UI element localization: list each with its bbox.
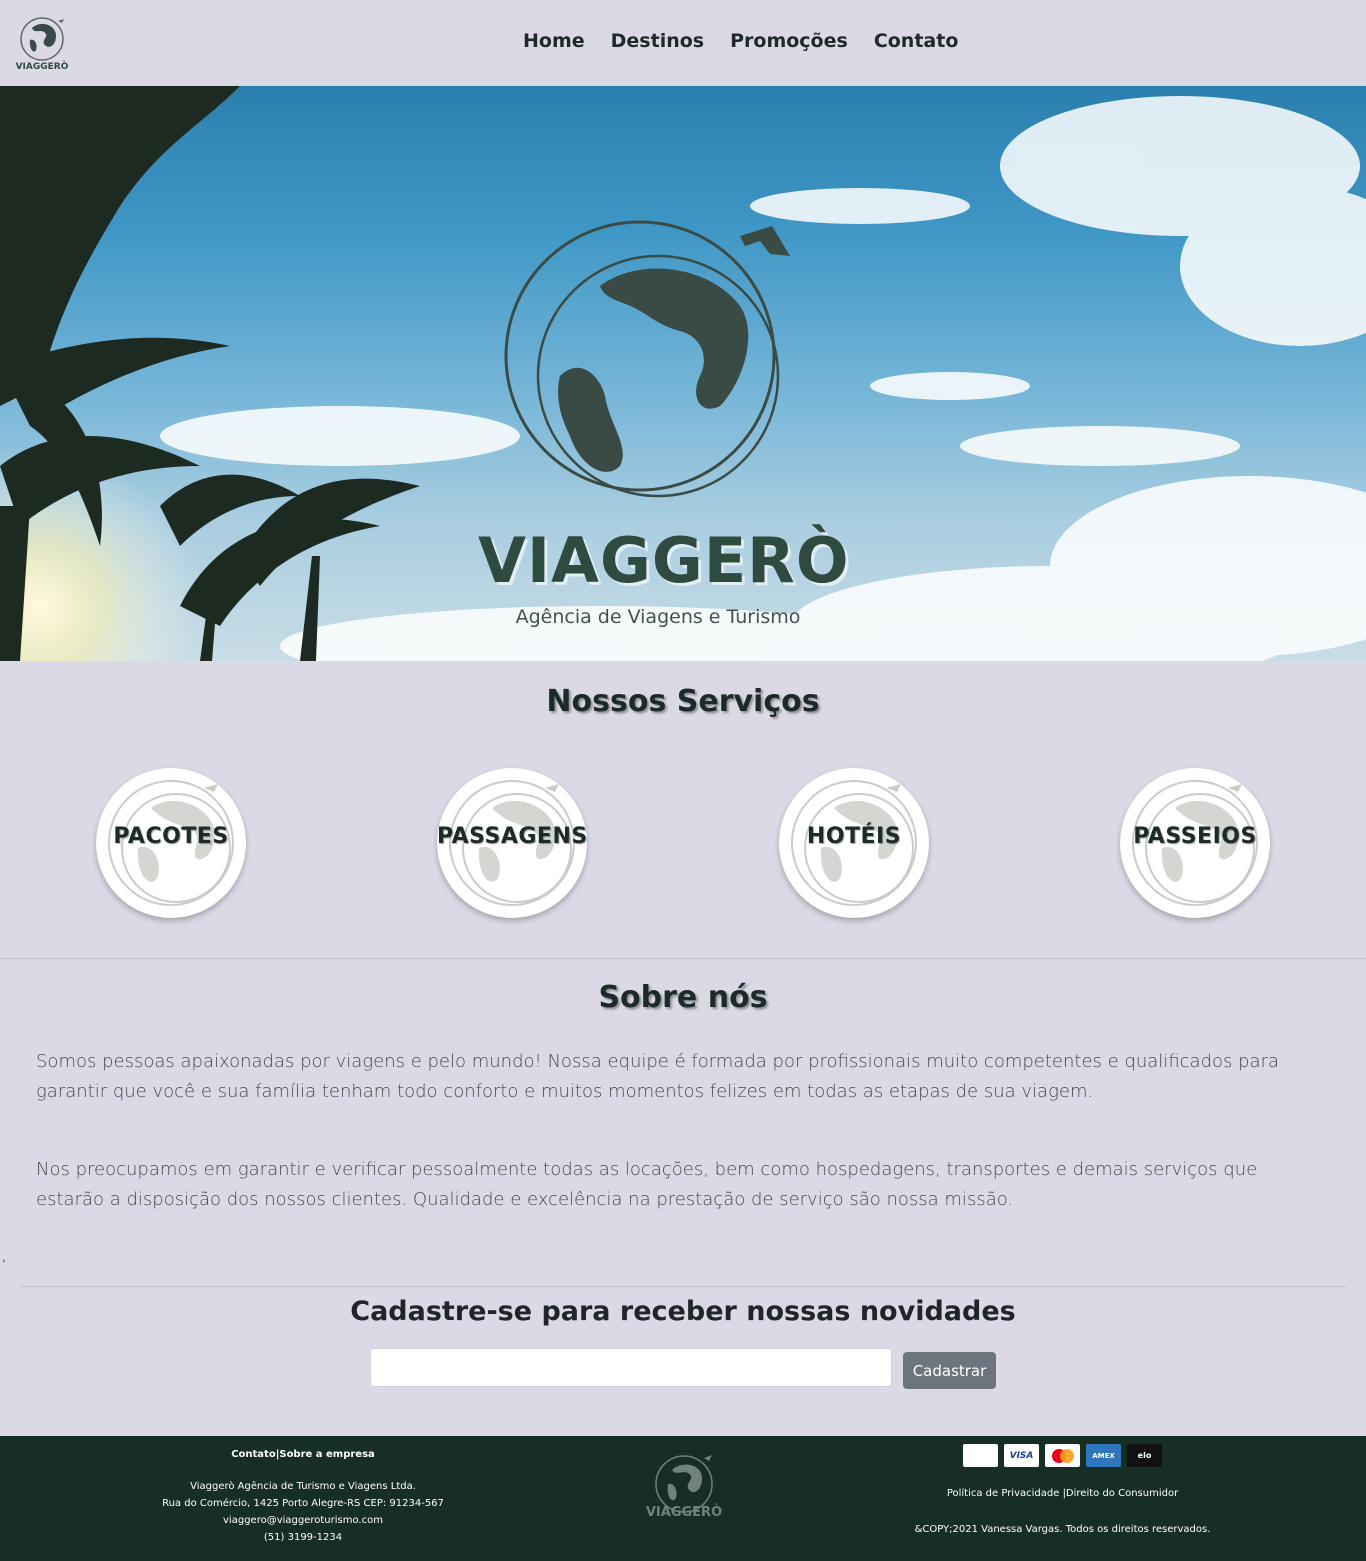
globe-logo-icon: VIAGGERÒ: [646, 1455, 722, 1520]
service-passagens[interactable]: PASSAGENS: [437, 768, 587, 918]
nav-link-contato[interactable]: Contato: [861, 30, 972, 52]
nav-link-home[interactable]: Home: [510, 30, 598, 52]
mastercard-icon: [1045, 1444, 1080, 1467]
services-title: Nossos Serviços: [546, 684, 820, 719]
boleto-icon: BOLETO: [963, 1444, 998, 1467]
elo-icon: elo: [1127, 1444, 1162, 1467]
footer-contact-info: Contato|Sobre a empresa Viaggerò Agência…: [150, 1446, 456, 1546]
footer-policies[interactable]: Política de Privacidade |Direito do Cons…: [890, 1487, 1235, 1501]
brand-logo-text: VIAGGERÒ: [16, 60, 69, 72]
service-hoteis[interactable]: HOTÉIS: [779, 768, 929, 918]
hero-subtitle: Agência de Viagens e Turismo: [515, 606, 801, 628]
service-label: PASSAGENS: [437, 824, 587, 849]
stray-text: ,: [2, 1250, 6, 1264]
globe-logo-icon: VIAGGERÒ: [16, 17, 69, 72]
about-title: Sobre nós: [598, 980, 768, 1015]
footer-phone: (51) 3199-1234: [263, 1532, 343, 1543]
amex-icon: AMEX: [1086, 1444, 1121, 1467]
footer-copyright: &COPY;2021 Vanessa Vargas. Todos os dire…: [914, 1524, 1211, 1535]
nav-link-promocoes[interactable]: Promoções: [717, 30, 861, 52]
main-nav: Home Destinos Promoções Contato: [510, 30, 971, 52]
newsletter-submit-button[interactable]: Cadastrar: [903, 1352, 996, 1389]
about-paragraph-2: Nos preocupamos em garantir e verificar …: [36, 1159, 1258, 1210]
navbar: VIAGGERÒ Home Destinos Promoções Contato: [0, 0, 1366, 86]
service-label: HOTÉIS: [806, 824, 902, 849]
payment-methods: BOLETO VISA AMEX elo: [890, 1444, 1235, 1467]
about-paragraph-1: Somos pessoas apaixonadas por viagens e …: [36, 1051, 1280, 1102]
service-label: PASSEIOS: [1133, 824, 1257, 849]
footer-email[interactable]: viaggero@viaggeroturismo.com: [150, 1512, 456, 1529]
footer-legal: BOLETO VISA AMEX elo Política de Privaci…: [890, 1444, 1235, 1535]
footer-company-name: Viaggerò Agência de Turismo e Viagens Lt…: [190, 1481, 416, 1492]
footer-address: Rua do Comércio, 1425 Porto Alegre-RS CE…: [162, 1498, 444, 1509]
section-divider: [0, 958, 1366, 959]
hero-title: VIAGGERÒ: [478, 524, 850, 597]
footer-logo: VIAGGERÒ: [640, 1448, 730, 1528]
newsletter-title: Cadastre-se para receber nossas novidade…: [350, 1296, 1016, 1327]
service-passeios[interactable]: PASSEIOS: [1120, 768, 1270, 918]
footer-logo-text: VIAGGERÒ: [646, 1504, 722, 1520]
newsletter-email-input[interactable]: [370, 1348, 892, 1387]
footer-links[interactable]: Contato|Sobre a empresa: [150, 1446, 456, 1463]
hero-banner: VIAGGERÒ Agência de Viagens e Turismo: [0, 86, 1366, 661]
visa-icon: VISA: [1004, 1444, 1039, 1467]
brand-logo[interactable]: VIAGGERÒ: [10, 14, 74, 72]
nav-link-destinos[interactable]: Destinos: [598, 30, 717, 52]
section-divider: [20, 1286, 1346, 1287]
footer: Contato|Sobre a empresa Viaggerò Agência…: [0, 1436, 1366, 1561]
service-label: PACOTES: [113, 824, 229, 849]
service-pacotes[interactable]: PACOTES: [96, 768, 246, 918]
